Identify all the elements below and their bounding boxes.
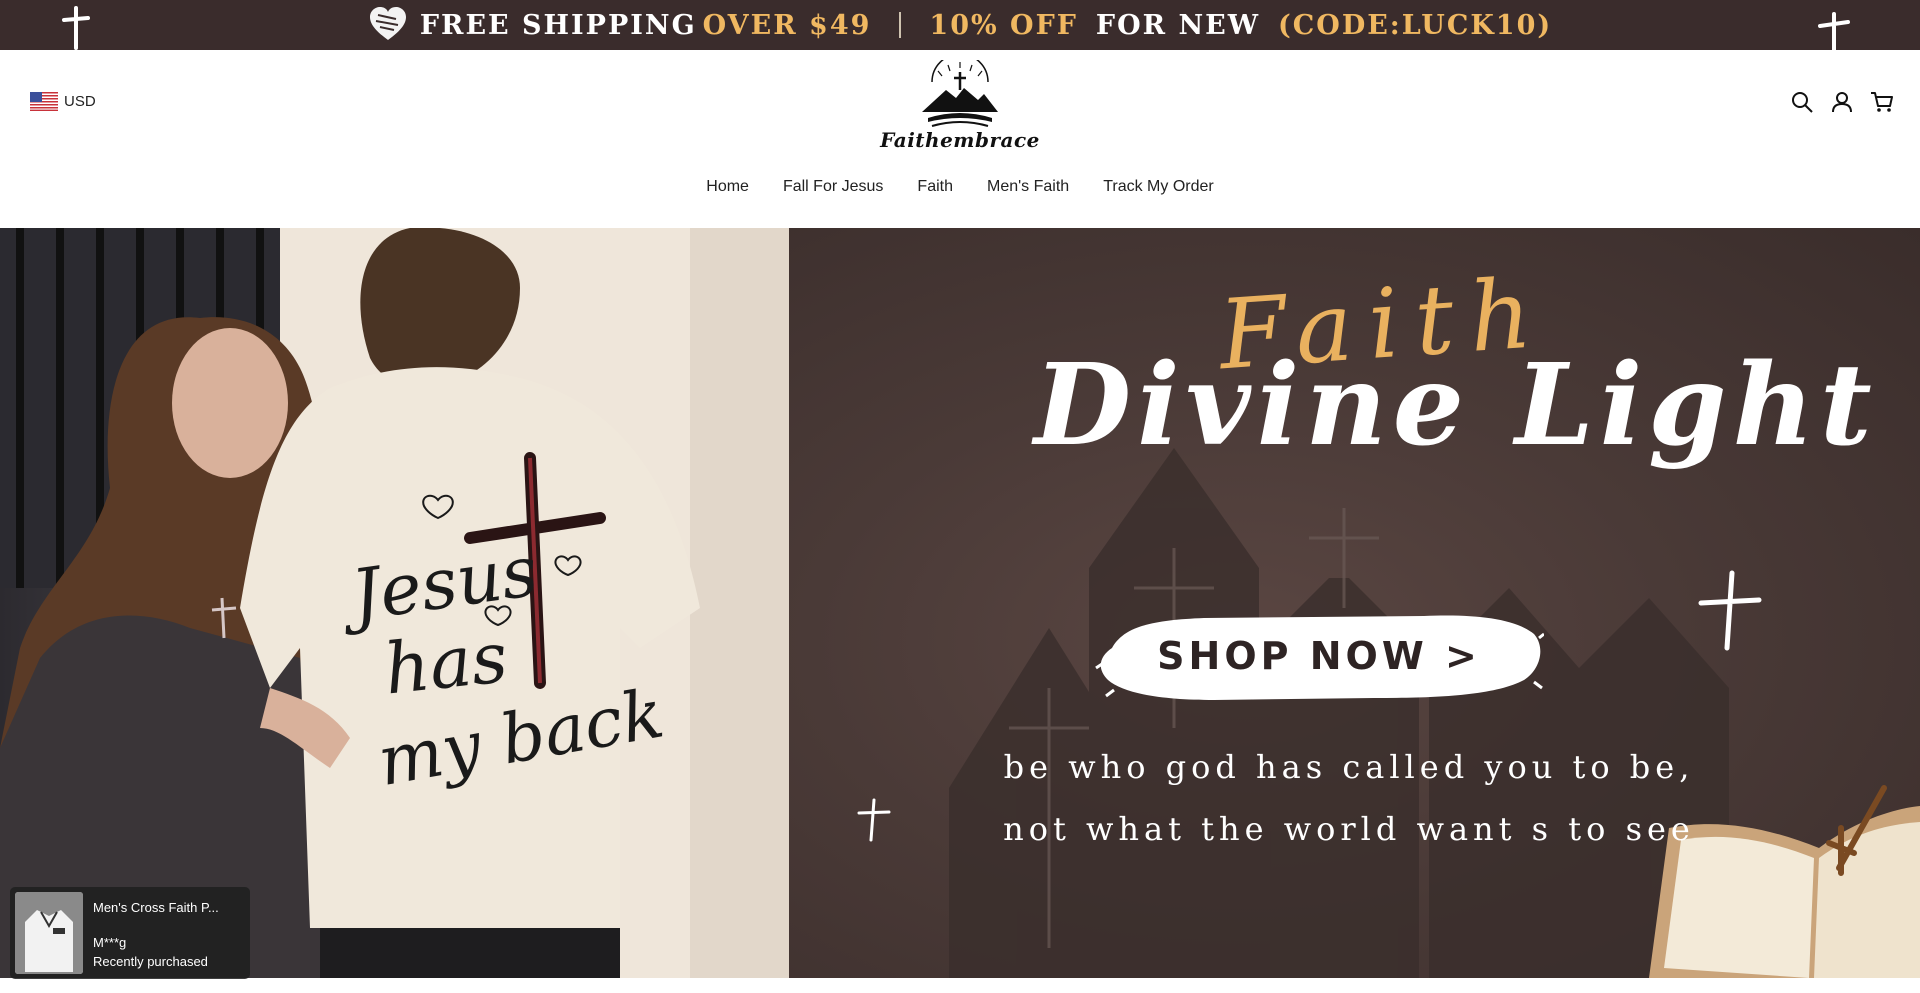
cart-icon[interactable] [1870,90,1894,114]
announcement-bar: FREE SHIPPING OVER $49 10% OFF FOR NEW (… [0,0,1920,52]
cross-icon [62,6,90,50]
announcement-text: FREE SHIPPING OVER $49 10% OFF FOR NEW (… [368,5,1552,45]
us-flag-icon [30,92,58,111]
for-new-text: FOR NEW [1095,9,1261,41]
site-header: USD Faithembrace Home Fall For Jesus Fai… [0,50,1920,228]
nav-item-fall-for-jesus[interactable]: Fall For Jesus [783,178,883,196]
popup-status: Recently purchased [93,954,208,969]
shop-now-label: SHOP NOW > [1157,634,1481,678]
popup-buyer: M***g [93,935,127,950]
recent-purchase-popup[interactable]: Men's Cross Faith P... M***g Recently pu… [10,887,250,979]
currency-label: USD [64,93,96,110]
free-shipping-text: FREE SHIPPING [419,9,697,41]
white-cross-icon [1698,570,1762,651]
search-icon[interactable] [1790,90,1814,114]
hero-banner[interactable]: Jesus has my back Faith Divine Light SHO… [0,228,1920,978]
popup-product-name[interactable]: Men's Cross Faith P... [93,900,233,915]
over-amount-text: OVER $49 [702,9,872,41]
white-cross-icon [857,798,891,842]
header-icons [1790,90,1894,114]
account-icon[interactable] [1830,90,1854,114]
hero-quote-line-2: not what the world want s to see [1003,810,1695,848]
hero-headline: Divine Light [1034,340,1878,471]
hero-promo-panel[interactable]: Faith Divine Light SHOP NOW > be who god… [789,228,1920,978]
currency-selector[interactable]: USD [30,92,96,111]
nav-item-faith[interactable]: Faith [917,178,953,196]
cross-icon [1818,12,1850,52]
discount-text: 10% OFF [929,9,1078,41]
popup-text: Men's Cross Faith P... M***g Recently pu… [93,892,233,969]
announcement-divider [899,12,902,38]
promo-code-text: (CODE:LUCK10) [1278,9,1553,41]
hero-photo-couple[interactable]: Jesus has my back [0,228,789,978]
main-nav: Home Fall For Jesus Faith Men's Faith Tr… [0,178,1920,196]
shop-now-button[interactable]: SHOP NOW > [1094,608,1545,704]
nav-item-track-order[interactable]: Track My Order [1103,178,1214,196]
heart-icon [369,7,406,40]
church-mountain-logo-icon [922,60,998,127]
couple-illustration: Jesus has my back [0,228,789,978]
nav-item-mens-faith[interactable]: Men's Faith [987,178,1069,196]
shirt-text-has: has [381,616,512,710]
product-thumbnail[interactable] [15,892,83,974]
nav-item-home[interactable]: Home [706,178,749,196]
hero-quote-line-1: be who god has called you to be, [1003,748,1695,786]
brand-name: Faithembrace [880,128,1040,152]
brand-logo[interactable]: Faithembrace [880,60,1040,160]
